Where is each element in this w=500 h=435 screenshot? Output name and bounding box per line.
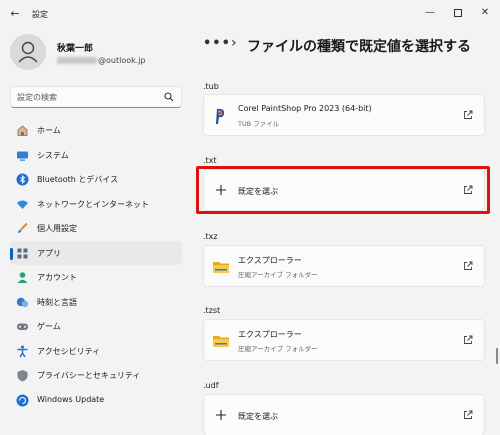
file-type-card-txz[interactable]: エクスプローラー 圧縮アーカイブ フォルダー [203,245,485,287]
account-icon [17,272,28,283]
time-language-icon [16,297,29,307]
sidebar-item-windows-update[interactable]: Windows Update [10,388,182,413]
file-type-description: TUB ファイル [238,120,280,128]
app-name: エクスプローラー [238,256,302,265]
maximize-button[interactable] [451,6,465,20]
title-bar: ← 設定 — ✕ [0,0,500,28]
open-external-icon [464,110,473,119]
apps-icon [17,248,28,258]
paintshop-icon [216,108,225,124]
window-title: 設定 [32,10,48,19]
sidebar-item-label: 個人用設定 [37,224,77,233]
user-name: 秋葉一郎 [57,44,94,54]
extension-label-tub: .tub [203,82,219,91]
sidebar-item-home[interactable]: ホーム [10,118,182,143]
sidebar-item-personalization[interactable]: 個人用設定 [10,216,182,241]
page-title: ファイルの種類で既定値を選択する [247,39,471,55]
close-button[interactable]: ✕ [478,6,492,20]
sidebar-item-label: アカウント [37,273,77,282]
minimize-button[interactable]: — [423,6,437,20]
search-icon[interactable] [164,92,174,102]
file-type-description: 圧縮アーカイブ フォルダー [238,271,318,279]
sidebar-item-bluetooth[interactable]: Bluetooth とデバイス [10,167,182,192]
open-external-icon [464,261,473,270]
search-box[interactable] [10,86,182,108]
choose-default-label: 既定を選ぶ [238,187,278,196]
system-icon [17,151,28,161]
sidebar-item-time-language[interactable]: 時刻と言語 [10,290,182,315]
sidebar-item-label: ネットワークとインターネット [37,199,149,209]
sidebar-item-network[interactable]: ネットワークとインターネット [10,192,182,217]
sidebar-item-accessibility[interactable]: アクセシビリティ [10,339,182,364]
extension-label-udf: .udf [203,381,219,390]
sidebar-item-privacy[interactable]: プライバシーとセキュリティ [10,363,182,388]
plus-icon [216,410,226,420]
extension-label-tzst: .tzst [203,306,221,315]
sidebar-item-label: 時刻と言語 [37,297,77,307]
sidebar-item-label: システム [37,150,69,160]
search-input[interactable] [17,91,157,104]
accessibility-icon [17,345,28,357]
plus-icon [216,185,226,195]
extension-label-txz: .txz [203,232,218,241]
sidebar-item-label: Windows Update [37,394,105,404]
sidebar-item-gaming[interactable]: ゲーム [10,314,182,339]
redacted-email-part [57,57,97,64]
folder-icon [213,262,229,273]
sidebar-item-system[interactable]: システム [10,143,182,168]
file-type-card-udf[interactable]: 既定を選ぶ [203,394,485,435]
sidebar-item-label: ホーム [37,126,61,135]
app-name: エクスプローラー [238,330,302,339]
shield-icon [17,370,28,382]
sidebar-item-label: ゲーム [37,322,61,331]
user-email: @outlook.jp [57,56,146,65]
sidebar-item-accounts[interactable]: アカウント [10,265,182,290]
file-type-card-tub[interactable]: Corel PaintShop Pro 2023 (64-bit) TUB ファ… [203,94,485,136]
bluetooth-icon [16,173,29,186]
sidebar-item-label: プライバシーとセキュリティ [37,371,141,380]
open-external-icon [464,335,473,344]
sidebar-item-label: Bluetooth とデバイス [37,175,119,184]
avatar [10,34,46,70]
file-type-description: 圧縮アーカイブ フォルダー [238,345,318,353]
scrollbar[interactable] [496,348,498,364]
network-icon [17,200,28,209]
active-indicator [10,247,13,260]
sidebar-item-label: アプリ [37,248,61,258]
home-icon [17,125,28,136]
folder-icon [213,336,229,347]
sidebar-item-label: アクセシビリティ [37,346,101,356]
file-type-card-tzst[interactable]: エクスプローラー 圧縮アーカイブ フォルダー [203,319,485,361]
choose-default-label: 既定を選ぶ [238,412,278,421]
extension-label-txt: .txt [203,156,217,165]
brush-icon [18,222,28,233]
open-external-icon [464,410,473,419]
sidebar-item-apps[interactable]: アプリ [10,240,182,265]
maximize-icon [454,9,462,17]
sidebar-nav: ホーム システム Bluetooth とデバイス ネットワークとインターネット … [10,118,182,412]
user-icon [18,41,38,63]
breadcrumb-more-button[interactable]: ••• [203,36,231,51]
windows-update-icon [16,394,29,406]
app-name: Corel PaintShop Pro 2023 (64-bit) [238,104,372,113]
breadcrumb-separator: › [231,35,237,51]
open-external-icon [464,185,473,194]
back-button[interactable]: ← [9,8,21,20]
gaming-icon [17,323,28,330]
file-type-card-txt[interactable]: 既定を選ぶ [203,169,485,211]
